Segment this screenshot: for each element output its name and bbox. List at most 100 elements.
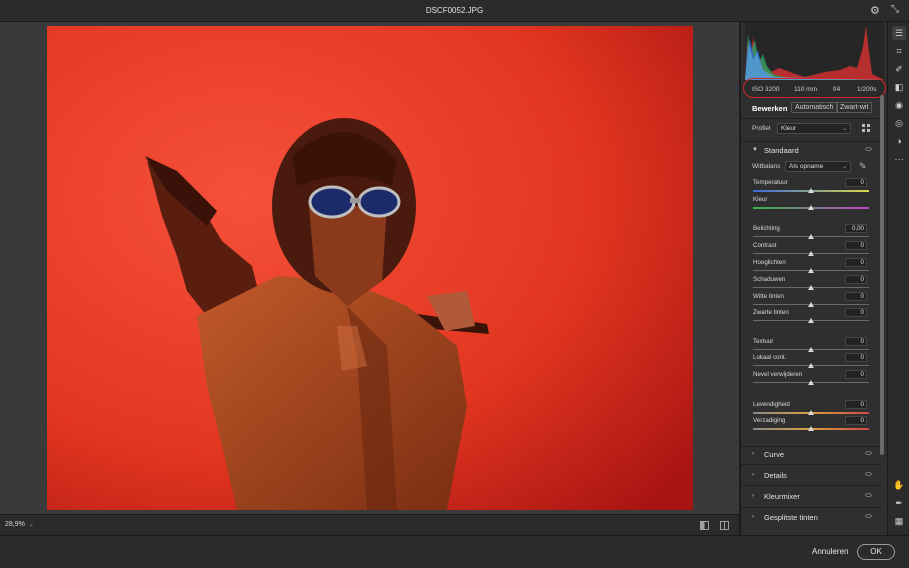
visibility-eye-icon[interactable] (865, 493, 872, 497)
slider-value-field[interactable]: 0,00 (845, 224, 867, 233)
slider-value-field[interactable]: 0 (845, 308, 867, 317)
slider-thumb[interactable] (808, 302, 814, 307)
slider-row: Temperatuur 0 (753, 178, 870, 195)
white-balance-value: Als opname (789, 163, 824, 170)
profile-value: Kleur (781, 125, 797, 132)
slider-thumb[interactable] (808, 205, 814, 210)
more-icon[interactable]: ⋯ (892, 152, 906, 166)
white-balance-row: Witbalans Als opname ⌄ ✎ (741, 161, 888, 173)
slider-value-field[interactable]: 0 (845, 275, 867, 284)
section-color-mixer[interactable]: › Kleurmixer (741, 489, 882, 505)
before-after-toggle-icon[interactable] (700, 521, 709, 530)
slider-label: Temperatuur (753, 179, 788, 186)
edit-sliders-icon[interactable]: ☰ (892, 26, 906, 40)
gear-icon[interactable]: ⚙ (870, 4, 880, 17)
slider-label: Belichting (753, 225, 780, 232)
slider-value-field[interactable]: 0 (845, 241, 867, 250)
slider-thumb[interactable] (808, 426, 814, 431)
slider-label: Kleur (753, 196, 768, 203)
slider-thumb[interactable] (808, 318, 814, 323)
zoom-value: 28,9% (5, 521, 25, 528)
slider-thumb[interactable] (808, 188, 814, 193)
radial-filter-icon[interactable]: ◉ (892, 98, 906, 112)
brush-icon[interactable]: ✐ (892, 62, 906, 76)
visibility-eye-icon[interactable] (865, 514, 872, 518)
grid-icon[interactable]: ▦ (892, 514, 906, 528)
profile-row: Profiel Kleur ⌄ (741, 122, 888, 136)
slider-label: Verzadiging (753, 417, 786, 424)
visibility-eye-icon[interactable] (865, 472, 872, 476)
divider (741, 141, 882, 142)
divider (741, 464, 882, 465)
divider (741, 485, 882, 486)
slider-thumb[interactable] (808, 268, 814, 273)
tab-auto[interactable]: Automatisch (791, 102, 838, 113)
slider-thumb[interactable] (808, 251, 814, 256)
section-details[interactable]: › Details (741, 468, 882, 484)
slider-value-field[interactable]: 0 (845, 416, 867, 425)
canvas-status-bar: 28,9% ⌄ (0, 514, 739, 535)
split-view-icon[interactable] (720, 521, 729, 530)
graduated-filter-icon[interactable]: ◧ (892, 80, 906, 94)
slider-value-field[interactable]: 0 (845, 370, 867, 379)
section-split-toning[interactable]: › Gesplitste tinten (741, 510, 882, 526)
slider-row: Verzadiging 0 (753, 416, 870, 433)
slider-thumb[interactable] (808, 380, 814, 385)
slider-thumb[interactable] (808, 347, 814, 352)
slider-thumb[interactable] (808, 410, 814, 415)
presets-icon[interactable]: ◑ (892, 134, 906, 148)
cancel-button[interactable]: Annuleren (806, 544, 854, 560)
slider-row: Lokaal cont. 0 (753, 353, 870, 370)
slider-row: Levendigheid 0 (753, 400, 870, 417)
slider-label: Schaduwen (753, 276, 786, 283)
chevron-down-icon: ⌄ (841, 164, 847, 170)
chevron-down-icon: ⌄ (841, 126, 847, 132)
ok-button[interactable]: OK (857, 544, 895, 560)
tab-edit[interactable]: Bewerken (752, 104, 787, 113)
slider-value-field[interactable]: 0 (845, 353, 867, 362)
red-eye-icon[interactable]: ◎ (892, 116, 906, 130)
section-color-mixer-title: Kleurmixer (764, 492, 800, 501)
zoom-selector[interactable]: 28,9% ⌄ (5, 521, 34, 528)
slider-label: Levendigheid (753, 401, 790, 408)
slider-value-field[interactable]: 0 (845, 178, 867, 187)
slider-value-field[interactable]: 0 (845, 258, 867, 267)
slider-value-field[interactable]: 0 (845, 337, 867, 346)
white-balance-label: Witbalans (752, 163, 781, 170)
slider-label: Textuur (753, 338, 774, 345)
slider-thumb[interactable] (808, 285, 814, 290)
histogram (745, 22, 884, 80)
visibility-eye-icon[interactable] (865, 451, 872, 455)
section-curve[interactable]: › Curve (741, 447, 882, 463)
slider-label: Witte tinten (753, 293, 784, 300)
panel-scrollbar[interactable] (880, 95, 884, 455)
slider-value-field[interactable]: 0 (845, 400, 867, 409)
slider-label: Zwarte tinten (753, 309, 789, 316)
profile-label: Profiel (752, 125, 771, 132)
slider-thumb[interactable] (808, 363, 814, 368)
slider-value-field[interactable]: 0 (845, 292, 867, 301)
chevron-down-icon: ⌄ (28, 522, 34, 528)
chevron-right-icon: › (752, 472, 754, 478)
color-sampler-icon[interactable]: ✒ (892, 496, 906, 510)
profile-browser-icon[interactable] (862, 124, 870, 132)
chevron-right-icon: › (752, 493, 754, 499)
slider-row: Kleur (753, 196, 870, 212)
collapse-arrows-icon[interactable]: ⤡ (891, 4, 899, 15)
eyedropper-icon[interactable]: ✎ (859, 161, 867, 172)
tab-black-white[interactable]: Zwart-wit (836, 102, 873, 113)
window-title: DSCF0052.JPG (425, 6, 484, 15)
image-canvas[interactable] (0, 22, 739, 514)
section-basic[interactable]: ▼ Standaard (741, 143, 882, 159)
slider-row: Zwarte tinten 0 (753, 308, 870, 325)
crop-icon[interactable]: ⌗ (892, 44, 906, 58)
hand-icon[interactable]: ✋ (892, 478, 906, 492)
slider-row: Nevel verwijderen 0 (753, 370, 870, 387)
slider-row: Schaduwen 0 (753, 275, 870, 292)
edit-panel: ISO 3200 110 mm f/4 1/200s Bewerken Auto… (740, 22, 887, 535)
slider-row: Contrast 0 (753, 241, 870, 258)
white-balance-dropdown[interactable]: Als opname ⌄ (785, 161, 851, 172)
slider-thumb[interactable] (808, 234, 814, 239)
visibility-eye-icon[interactable] (865, 147, 872, 151)
profile-dropdown[interactable]: Kleur ⌄ (777, 123, 851, 134)
